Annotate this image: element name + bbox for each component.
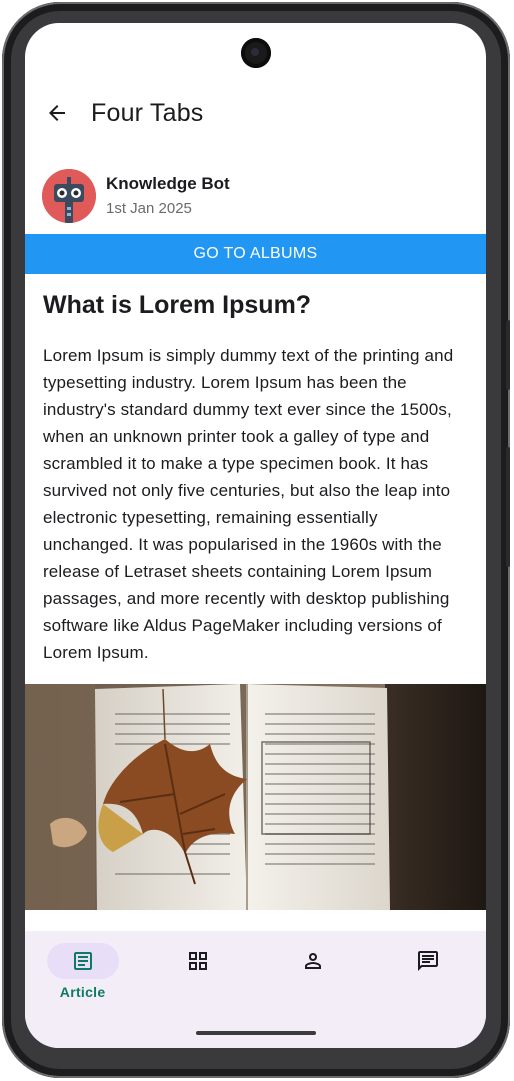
tab-messages[interactable] — [371, 931, 486, 1048]
go-to-albums-button[interactable]: GO TO ALBUMS — [25, 234, 486, 274]
tab-label: Article — [59, 984, 106, 1000]
power-button — [506, 447, 510, 567]
chat-icon — [418, 951, 439, 971]
tab-icon-container — [392, 943, 464, 979]
person-icon — [305, 953, 322, 969]
avatar — [42, 169, 96, 223]
tab-icon-container — [277, 943, 349, 979]
tab-article[interactable]: Article — [25, 931, 140, 1048]
front-camera — [240, 38, 271, 68]
article-icon — [73, 952, 92, 970]
article-paragraph: Lorem Ipsum is simply dummy text of the … — [43, 346, 454, 662]
article-heading: What is Lorem Ipsum? — [43, 291, 312, 319]
publish-date: 1st Jan 2025 — [106, 200, 192, 217]
back-button[interactable] — [27, 81, 87, 145]
screen: Four Tabs Knowledge Bot 1st Jan 2025 GO … — [25, 23, 486, 1048]
top-app-bar: Four Tabs — [25, 81, 486, 145]
robot-icon — [42, 169, 96, 223]
volume-button — [506, 320, 510, 390]
author-row: Knowledge Bot 1st Jan 2025 — [25, 163, 486, 229]
next-section-heading: Where does it come from? — [25, 910, 486, 931]
bottom-navigation: Article — [25, 931, 486, 1048]
arrow-back-icon — [49, 105, 65, 121]
article-image — [25, 684, 486, 910]
grid-icon — [188, 952, 207, 970]
home-indicator[interactable] — [195, 1031, 316, 1035]
active-indicator — [46, 943, 119, 979]
page-title: Four Tabs — [91, 98, 204, 127]
article-content[interactable]: Knowledge Bot 1st Jan 2025 GO TO ALBUMS … — [25, 163, 486, 931]
tab-icon-container — [162, 943, 234, 979]
author-name: Knowledge Bot — [106, 174, 230, 193]
